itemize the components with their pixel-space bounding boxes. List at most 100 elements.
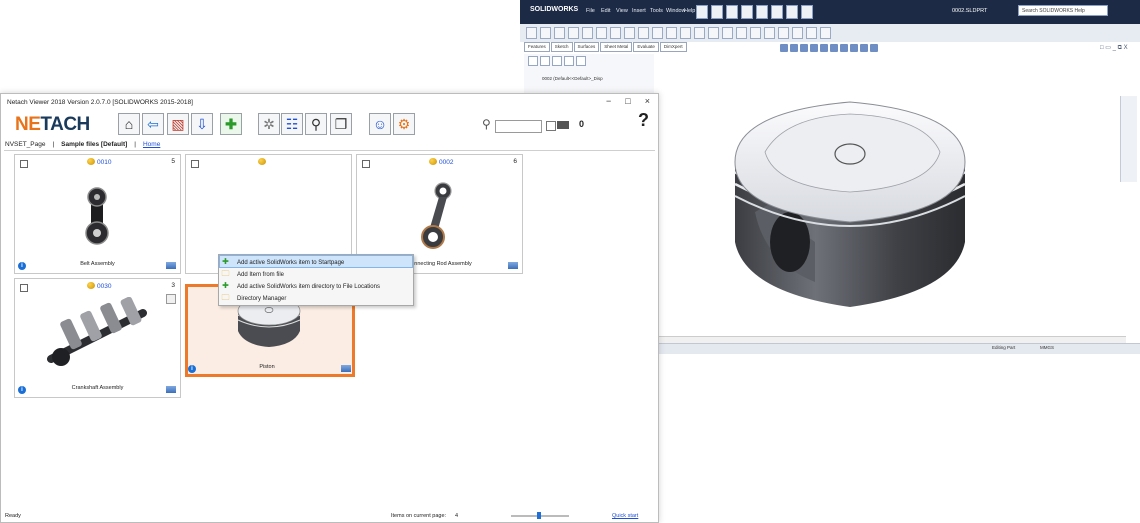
status-units[interactable]: MMGS: [1040, 345, 1054, 350]
new-document-icon[interactable]: [696, 5, 708, 19]
rebuild-icon[interactable]: [786, 5, 798, 19]
repair-sketch-icon[interactable]: [778, 27, 789, 39]
trim-icon[interactable]: [680, 27, 691, 39]
property-manager-icon[interactable]: [540, 56, 550, 66]
search-magnifier-icon[interactable]: ⚲: [305, 113, 327, 135]
back-arrow-icon[interactable]: ⇦: [142, 113, 164, 135]
line-icon[interactable]: [554, 27, 565, 39]
instant2d-icon[interactable]: [820, 27, 831, 39]
undo-icon[interactable]: [756, 5, 768, 19]
quick-start-link[interactable]: Quick start: [612, 513, 638, 519]
display-style-icon[interactable]: [830, 44, 838, 52]
circle-icon[interactable]: [596, 27, 607, 39]
tree-view-icon[interactable]: ☷: [281, 113, 303, 135]
open-document-icon[interactable]: [711, 5, 723, 19]
open-files-icon[interactable]: [166, 386, 176, 393]
horizontal-scrollbar[interactable]: [656, 336, 1126, 343]
quick-snaps-icon[interactable]: [792, 27, 803, 39]
menu-file[interactable]: File: [586, 8, 595, 14]
window-controls[interactable]: □ ▭ _ ⧉ X: [1100, 44, 1128, 52]
home-icon[interactable]: ⌂: [118, 113, 140, 135]
menu-help[interactable]: Help: [684, 8, 695, 14]
menu-tools[interactable]: Tools: [650, 8, 663, 14]
card-checkbox[interactable]: [20, 284, 28, 292]
menu-item-add-directory-to-locations[interactable]: ✚ Add active SolidWorks item directory to…: [220, 280, 412, 291]
info-icon[interactable]: i: [18, 386, 26, 394]
menu-window[interactable]: Window: [666, 8, 686, 14]
dimxpert-manager-icon[interactable]: [564, 56, 574, 66]
close-button[interactable]: ×: [645, 96, 650, 106]
open-files-icon[interactable]: [508, 262, 518, 269]
search-input[interactable]: [495, 120, 542, 133]
apply-scene-icon[interactable]: [860, 44, 868, 52]
fillet-icon[interactable]: [652, 27, 663, 39]
previous-view-icon[interactable]: [800, 44, 808, 52]
relations-icon[interactable]: [764, 27, 775, 39]
breadcrumb-group[interactable]: Sample files [Default]: [61, 141, 127, 148]
menu-item-add-from-file[interactable]: 🗀 Add Item from file: [220, 268, 412, 279]
card-checkbox[interactable]: [362, 160, 370, 168]
rapid-sketch-icon[interactable]: [806, 27, 817, 39]
tab-features[interactable]: Features: [524, 42, 550, 52]
slot-icon[interactable]: [582, 27, 593, 39]
zoom-area-icon[interactable]: [790, 44, 798, 52]
polygon-icon[interactable]: [624, 27, 635, 39]
rectangle-icon[interactable]: [568, 27, 579, 39]
menu-edit[interactable]: Edit: [601, 8, 610, 14]
breadcrumb-home-link[interactable]: Home: [143, 141, 160, 148]
edit-appearance-icon[interactable]: [850, 44, 858, 52]
tab-sheet-metal[interactable]: Sheet Metal: [600, 42, 633, 52]
copy-pages-icon[interactable]: ❐: [330, 113, 352, 135]
card-checkbox[interactable]: [20, 160, 28, 168]
card-checkbox[interactable]: [191, 160, 199, 168]
feature-tree-icon[interactable]: [528, 56, 538, 66]
settings-gear-icon[interactable]: ✲: [258, 113, 280, 135]
menu-view[interactable]: View: [616, 8, 628, 14]
down-arrow-icon[interactable]: ⇩: [191, 113, 213, 135]
menu-item-add-active-to-startpage[interactable]: ✚ Add active SolidWorks item to Startpage: [219, 255, 413, 268]
print-icon[interactable]: [741, 5, 753, 19]
zoom-to-fit-icon[interactable]: [780, 44, 788, 52]
spline-icon[interactable]: [638, 27, 649, 39]
select-icon[interactable]: [771, 5, 783, 19]
open-files-icon[interactable]: [166, 262, 176, 269]
hide-show-icon[interactable]: [840, 44, 848, 52]
options-icon[interactable]: [801, 5, 813, 19]
card-belt-assembly[interactable]: 0010 5 Belt Assembly i: [14, 154, 181, 274]
tab-surfaces[interactable]: Surfaces: [573, 42, 600, 52]
add-plus-icon[interactable]: ✚: [220, 113, 242, 135]
tab-dimxpert[interactable]: DimXpert: [659, 42, 687, 52]
sketch-icon[interactable]: [526, 27, 537, 39]
linear-pattern-icon[interactable]: [736, 27, 747, 39]
menu-insert[interactable]: Insert: [632, 8, 646, 14]
breadcrumb-page[interactable]: NVSET_Page: [5, 141, 45, 148]
minimize-button[interactable]: −: [606, 96, 611, 106]
info-icon[interactable]: i: [188, 365, 196, 373]
item-code[interactable]: 0010: [87, 158, 111, 166]
item-code[interactable]: 0002: [429, 158, 453, 166]
user-help-icon[interactable]: ☺: [369, 113, 391, 135]
mirror-entities-icon[interactable]: [722, 27, 733, 39]
info-icon[interactable]: i: [18, 262, 26, 270]
tree-part-item[interactable]: 0002 (Default<<Default>_Disp: [542, 76, 603, 81]
open-files-icon[interactable]: [341, 365, 351, 372]
offset-entities-icon[interactable]: [708, 27, 719, 39]
text-icon[interactable]: [666, 27, 677, 39]
view-settings-icon[interactable]: [870, 44, 878, 52]
maximize-button[interactable]: □: [625, 96, 630, 106]
card-crankshaft-assembly[interactable]: 0030 3 Crankshaft Assembly i: [14, 278, 181, 398]
zoom-slider-handle[interactable]: [537, 512, 541, 519]
help-button[interactable]: ?: [638, 110, 649, 131]
smart-dimension-icon[interactable]: [540, 27, 551, 39]
move-entities-icon[interactable]: [750, 27, 761, 39]
task-pane-tabs[interactable]: [1120, 96, 1137, 182]
view-orientation-icon[interactable]: [820, 44, 828, 52]
network-icon[interactable]: ⚙: [393, 113, 415, 135]
tab-sketch[interactable]: Sketch: [550, 42, 573, 52]
item-code[interactable]: 0030: [87, 282, 111, 290]
convert-entities-icon[interactable]: [694, 27, 705, 39]
save-icon[interactable]: [726, 5, 738, 19]
section-view-icon[interactable]: [810, 44, 818, 52]
tab-evaluate[interactable]: Evaluate: [633, 42, 659, 52]
item-code[interactable]: [258, 158, 268, 166]
